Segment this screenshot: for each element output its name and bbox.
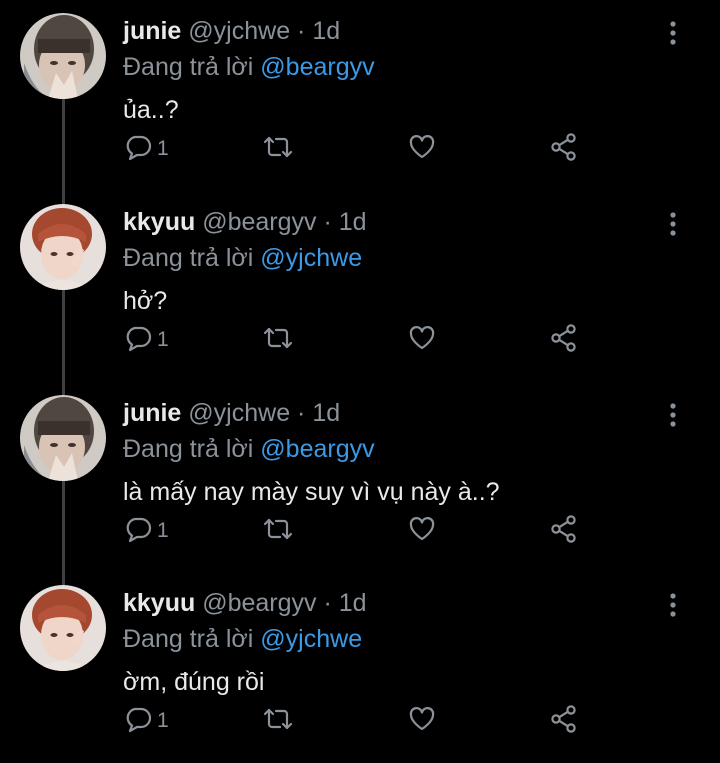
like-button[interactable] [408, 516, 436, 546]
user-handle[interactable]: @beargyv [202, 589, 316, 617]
replying-to: Đang trả lời @yjchwe [123, 243, 362, 273]
reply-button[interactable]: 1 [124, 325, 169, 355]
tweet[interactable]: kkyuu @beargyv · 1d Đang trả lời @yjchwe… [0, 191, 720, 382]
comment-bubble-icon [124, 515, 152, 548]
like-button[interactable] [408, 706, 436, 736]
replying-to-label: Đang trả lời [123, 53, 254, 81]
replying-to: Đang trả lời @yjchwe [123, 624, 362, 654]
heart-icon [408, 324, 436, 357]
more-options-icon[interactable] [662, 20, 684, 46]
comment-bubble-icon [124, 705, 152, 738]
share-icon [549, 323, 579, 358]
reply-button[interactable]: 1 [124, 134, 169, 164]
share-button[interactable] [549, 514, 579, 549]
mention-link[interactable]: @yjchwe [260, 625, 362, 653]
separator-dot: · [297, 17, 306, 45]
tweet[interactable]: kkyuu @beargyv · 1d Đang trả lời @yjchwe… [0, 572, 720, 763]
user-handle[interactable]: @yjchwe [188, 17, 290, 45]
tweet-header: kkyuu @beargyv · 1d [123, 588, 367, 618]
replying-to: Đang trả lời @beargyv [123, 52, 375, 82]
separator-dot: · [297, 399, 306, 427]
reply-count: 1 [157, 328, 169, 351]
mention-link[interactable]: @yjchwe [260, 244, 362, 272]
retweet-button[interactable] [262, 134, 294, 164]
reply-button[interactable]: 1 [124, 706, 169, 736]
avatar[interactable] [20, 395, 106, 481]
like-button[interactable] [408, 325, 436, 355]
tweet-header: junie @yjchwe · 1d [123, 16, 340, 46]
display-name[interactable]: junie [123, 399, 181, 427]
mention-link[interactable]: @beargyv [260, 435, 374, 463]
share-icon [549, 704, 579, 739]
tweet-header: kkyuu @beargyv · 1d [123, 207, 367, 237]
tweet-text: hở? [123, 287, 168, 315]
mention-link[interactable]: @beargyv [260, 53, 374, 81]
reply-count: 1 [157, 519, 169, 542]
retweet-button[interactable] [262, 706, 294, 736]
reply-button[interactable]: 1 [124, 516, 169, 546]
replying-to-label: Đang trả lời [123, 435, 254, 463]
more-options-icon[interactable] [662, 592, 684, 618]
retweet-icon [262, 515, 294, 548]
retweet-icon [262, 133, 294, 166]
replying-to: Đang trả lời @beargyv [123, 434, 375, 464]
heart-icon [408, 515, 436, 548]
user-handle[interactable]: @yjchwe [188, 399, 290, 427]
retweet-button[interactable] [262, 325, 294, 355]
separator-dot: · [323, 208, 332, 236]
tweet-header: junie @yjchwe · 1d [123, 398, 340, 428]
share-icon [549, 132, 579, 167]
share-button[interactable] [549, 323, 579, 358]
user-handle[interactable]: @beargyv [202, 208, 316, 236]
tweet[interactable]: junie @yjchwe · 1d Đang trả lời @beargyv… [0, 0, 720, 191]
tweet-text: là mấy nay mày suy vì vụ này à..? [123, 478, 500, 506]
timestamp[interactable]: 1d [339, 589, 367, 617]
replying-to-label: Đang trả lời [123, 625, 254, 653]
reply-count: 1 [157, 709, 169, 732]
display-name[interactable]: kkyuu [123, 589, 195, 617]
replying-to-label: Đang trả lời [123, 244, 254, 272]
more-options-icon[interactable] [662, 402, 684, 428]
display-name[interactable]: kkyuu [123, 208, 195, 236]
separator-dot: · [323, 589, 332, 617]
timestamp[interactable]: 1d [312, 399, 340, 427]
timestamp[interactable]: 1d [339, 208, 367, 236]
timestamp[interactable]: 1d [312, 17, 340, 45]
tweet[interactable]: junie @yjchwe · 1d Đang trả lời @beargyv… [0, 382, 720, 573]
heart-icon [408, 705, 436, 738]
share-button[interactable] [549, 704, 579, 739]
avatar[interactable] [20, 585, 106, 671]
avatar[interactable] [20, 204, 106, 290]
tweet-text: ờm, đúng rồi [123, 668, 265, 696]
heart-icon [408, 133, 436, 166]
avatar[interactable] [20, 13, 106, 99]
share-icon [549, 514, 579, 549]
comment-bubble-icon [124, 324, 152, 357]
more-options-icon[interactable] [662, 211, 684, 237]
display-name[interactable]: junie [123, 17, 181, 45]
reply-count: 1 [157, 137, 169, 160]
tweet-text: ủa..? [123, 96, 179, 124]
retweet-icon [262, 324, 294, 357]
like-button[interactable] [408, 134, 436, 164]
retweet-icon [262, 705, 294, 738]
comment-bubble-icon [124, 133, 152, 166]
share-button[interactable] [549, 132, 579, 167]
retweet-button[interactable] [262, 516, 294, 546]
